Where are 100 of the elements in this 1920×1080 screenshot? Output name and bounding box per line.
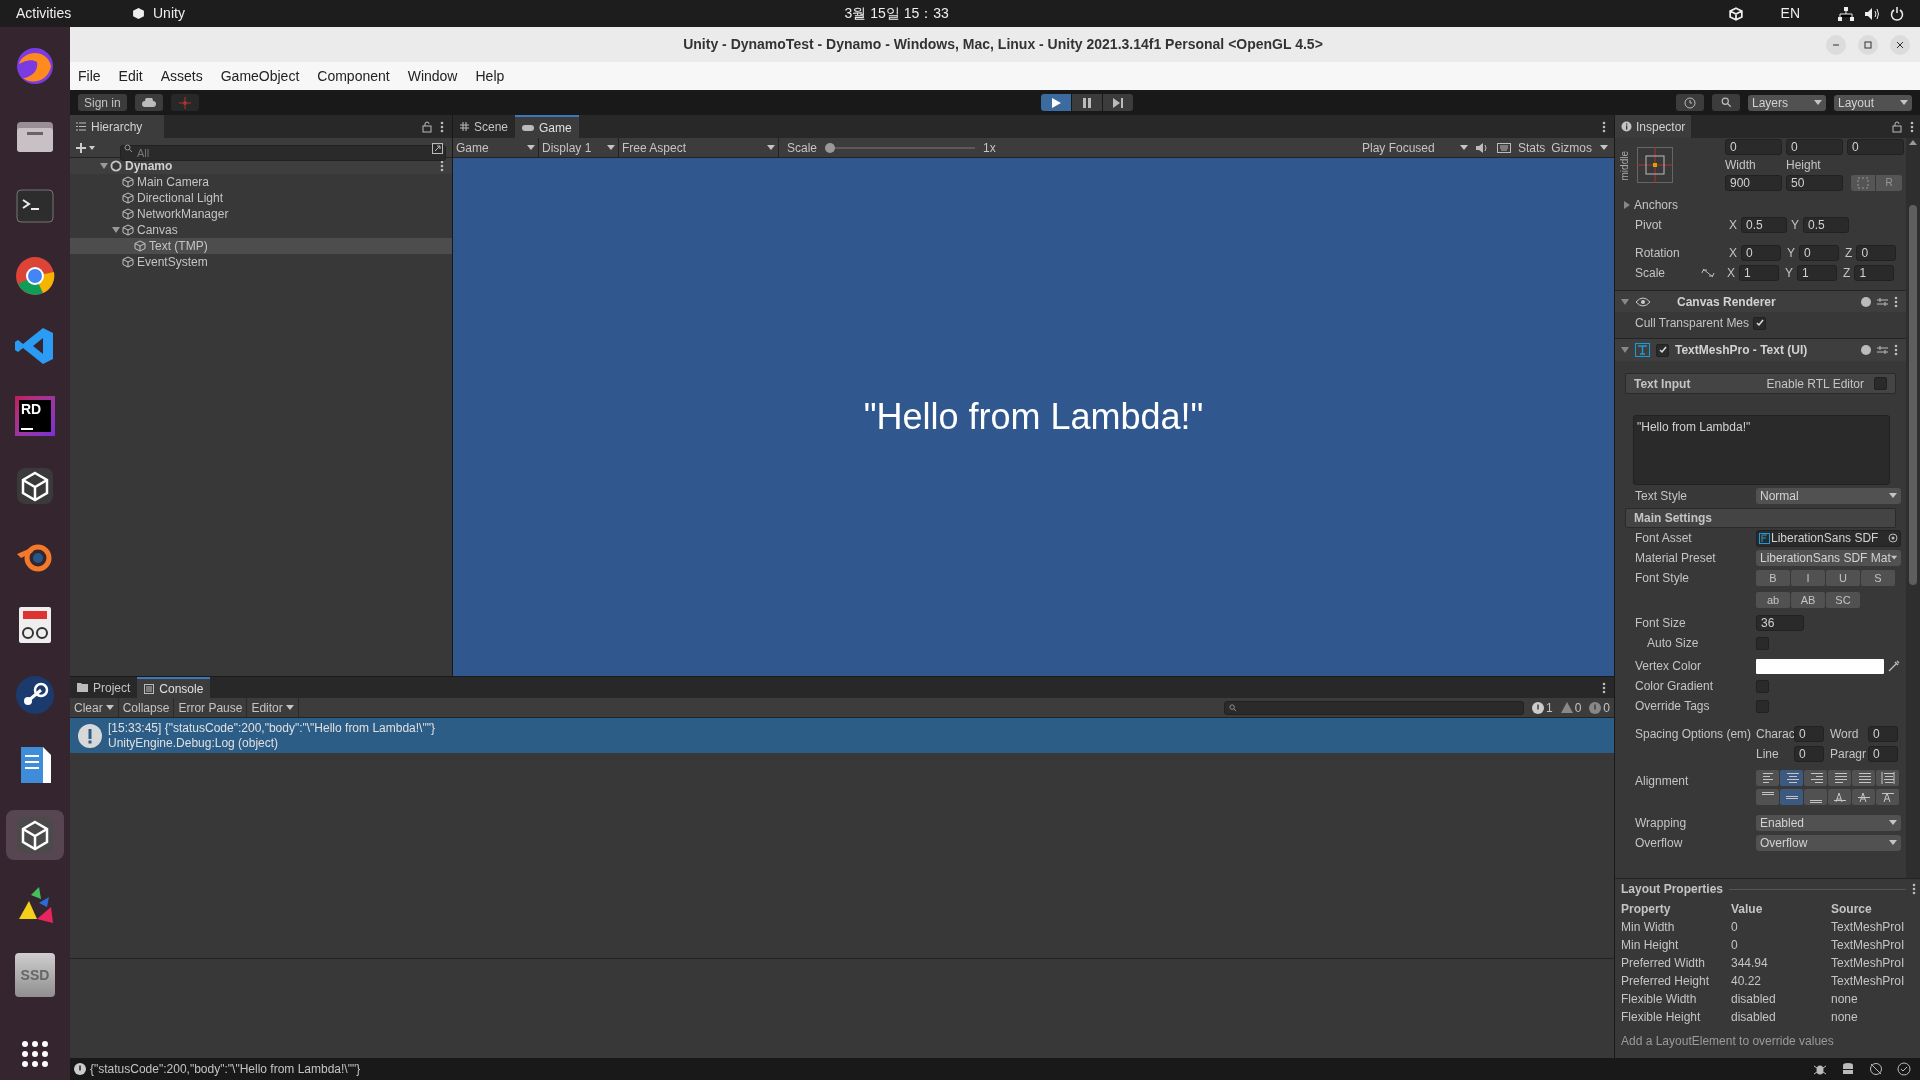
alignment-toggle[interactable] <box>1756 770 1779 786</box>
font-style-toggle[interactable]: U <box>1826 570 1860 586</box>
console-toolbar-button[interactable]: Error Pause <box>174 698 248 717</box>
alignment-toggle[interactable] <box>1780 770 1803 786</box>
console-toolbar-button[interactable]: Editor <box>247 698 299 717</box>
number-field[interactable]: 36 <box>1756 615 1804 631</box>
hierarchy-item[interactable]: Directional Light <box>70 190 452 206</box>
alignment-toggle[interactable] <box>1780 789 1803 805</box>
number-field[interactable]: 0 <box>1725 139 1782 155</box>
console-toolbar-button[interactable]: Collapse <box>118 698 175 717</box>
play-mode-dropdown[interactable]: Play Focused <box>1358 138 1471 157</box>
scrollbar[interactable] <box>1906 138 1920 878</box>
dropdown[interactable]: Layers <box>1748 94 1826 111</box>
maximize-button[interactable] <box>1858 34 1878 55</box>
cube-icon[interactable] <box>1728 6 1743 21</box>
gizmos-dropdown[interactable]: Gizmos <box>1548 138 1614 157</box>
alignment-toggle[interactable] <box>1828 789 1851 805</box>
language-indicator[interactable]: EN <box>1780 3 1800 24</box>
alignment-toggle[interactable] <box>1876 770 1899 786</box>
number-field[interactable]: 0.5 <box>1803 217 1850 233</box>
anchor-preset-icon[interactable] <box>1637 147 1673 183</box>
number-field[interactable]: 50 <box>1786 175 1843 191</box>
number-field[interactable]: 0 <box>1794 726 1824 742</box>
font-style-toggle[interactable]: I <box>1791 570 1825 586</box>
menu-item[interactable]: Window <box>407 65 458 87</box>
case-style-toggle[interactable]: SC <box>1826 592 1860 608</box>
number-field[interactable]: 0 <box>1794 746 1824 762</box>
database-icon[interactable] <box>1841 1062 1855 1076</box>
pause-button[interactable] <box>1072 94 1103 111</box>
number-field[interactable]: 0 <box>1868 746 1898 762</box>
check-icon[interactable] <box>1897 1062 1911 1076</box>
lock-icon[interactable] <box>1892 120 1902 133</box>
scene-search-icon[interactable] <box>432 142 443 154</box>
history-button[interactable] <box>1676 94 1704 111</box>
expand-arrow-icon[interactable] <box>100 162 108 170</box>
hierarchy-item[interactable]: Text (TMP) <box>70 238 452 254</box>
more-icon[interactable] <box>1602 681 1606 694</box>
number-field[interactable]: 0 <box>1741 245 1781 261</box>
case-style-toggle[interactable]: ab <box>1756 592 1790 608</box>
info-filter[interactable]: 1 <box>1527 698 1557 717</box>
cloud-button[interactable] <box>134 94 163 111</box>
stats-button[interactable]: Stats <box>1514 138 1549 157</box>
dropdown[interactable]: Overflow <box>1756 835 1901 851</box>
lock-icon[interactable] <box>422 120 432 133</box>
activities-button[interactable]: Activities <box>16 3 116 24</box>
error-filter[interactable]: 0 <box>1585 698 1614 717</box>
speaker-icon[interactable] <box>1474 141 1489 154</box>
object-picker-icon[interactable] <box>1888 533 1898 543</box>
volume-icon[interactable] <box>1864 6 1880 21</box>
presets-icon[interactable] <box>1877 345 1888 355</box>
dock-item[interactable] <box>6 810 64 861</box>
panel-tab[interactable]: Scene <box>453 115 516 138</box>
color-swatch[interactable] <box>1756 658 1884 674</box>
component-header[interactable]: Canvas Renderer <box>1615 291 1906 312</box>
menu-item[interactable]: Edit <box>118 65 143 87</box>
number-field[interactable]: 0 <box>1847 139 1904 155</box>
more-icon[interactable] <box>1894 295 1898 308</box>
number-field[interactable]: 900 <box>1725 175 1782 191</box>
add-icon[interactable] <box>76 142 96 153</box>
alignment-toggle[interactable] <box>1756 789 1779 805</box>
network-icon[interactable] <box>1869 1062 1883 1076</box>
menu-item[interactable]: Assets <box>160 65 203 87</box>
dropdown[interactable]: Normal <box>1756 488 1901 504</box>
more-icon[interactable] <box>440 120 444 133</box>
panel-tab[interactable]: Project <box>70 677 138 698</box>
hierarchy-item[interactable]: EventSystem <box>70 254 452 270</box>
help-icon[interactable] <box>1861 296 1871 307</box>
aspect-dropdown[interactable]: Free Aspect <box>619 138 779 157</box>
dropdown[interactable]: LiberationSans SDF Mat <box>1756 550 1901 566</box>
play-button[interactable] <box>1041 94 1072 111</box>
sign-in-button[interactable]: Sign in <box>78 94 127 111</box>
app-menu[interactable]: Unity <box>153 3 185 24</box>
menu-item[interactable]: Help <box>475 65 505 87</box>
alignment-toggle[interactable] <box>1804 789 1827 805</box>
slider-handle[interactable] <box>825 142 836 153</box>
menu-item[interactable]: Component <box>317 65 390 87</box>
search-field[interactable] <box>1223 700 1524 715</box>
step-button[interactable] <box>1103 94 1134 111</box>
alignment-toggle[interactable] <box>1828 770 1851 786</box>
inspector-tab[interactable]: Inspector <box>1615 115 1692 138</box>
font-style-toggle[interactable]: B <box>1756 570 1790 586</box>
expand-arrow-icon[interactable] <box>112 226 120 234</box>
view-mode-dropdown[interactable]: Game <box>453 138 539 157</box>
minimize-button[interactable] <box>1826 34 1846 55</box>
more-icon[interactable] <box>1602 120 1606 133</box>
case-style-toggle[interactable]: AB <box>1791 592 1825 608</box>
close-button[interactable] <box>1890 34 1910 55</box>
eyedropper-icon[interactable] <box>1888 660 1900 672</box>
dropdown[interactable]: Layout <box>1834 94 1912 111</box>
alignment-toggle[interactable] <box>1876 789 1899 805</box>
network-icon[interactable] <box>1838 6 1854 21</box>
presets-icon[interactable] <box>1877 296 1888 307</box>
number-field[interactable]: 0 <box>1786 139 1843 155</box>
dock-item[interactable]: RD <box>6 390 64 441</box>
app-grid-icon[interactable] <box>21 1040 49 1069</box>
power-icon[interactable] <box>1890 6 1904 21</box>
text-area[interactable]: "Hello from Lambda!" <box>1633 415 1890 485</box>
hierarchy-item[interactable]: Main Camera <box>70 174 452 190</box>
warning-filter[interactable]: 0 <box>1556 698 1586 717</box>
unlinked-icon[interactable] <box>1701 268 1715 278</box>
